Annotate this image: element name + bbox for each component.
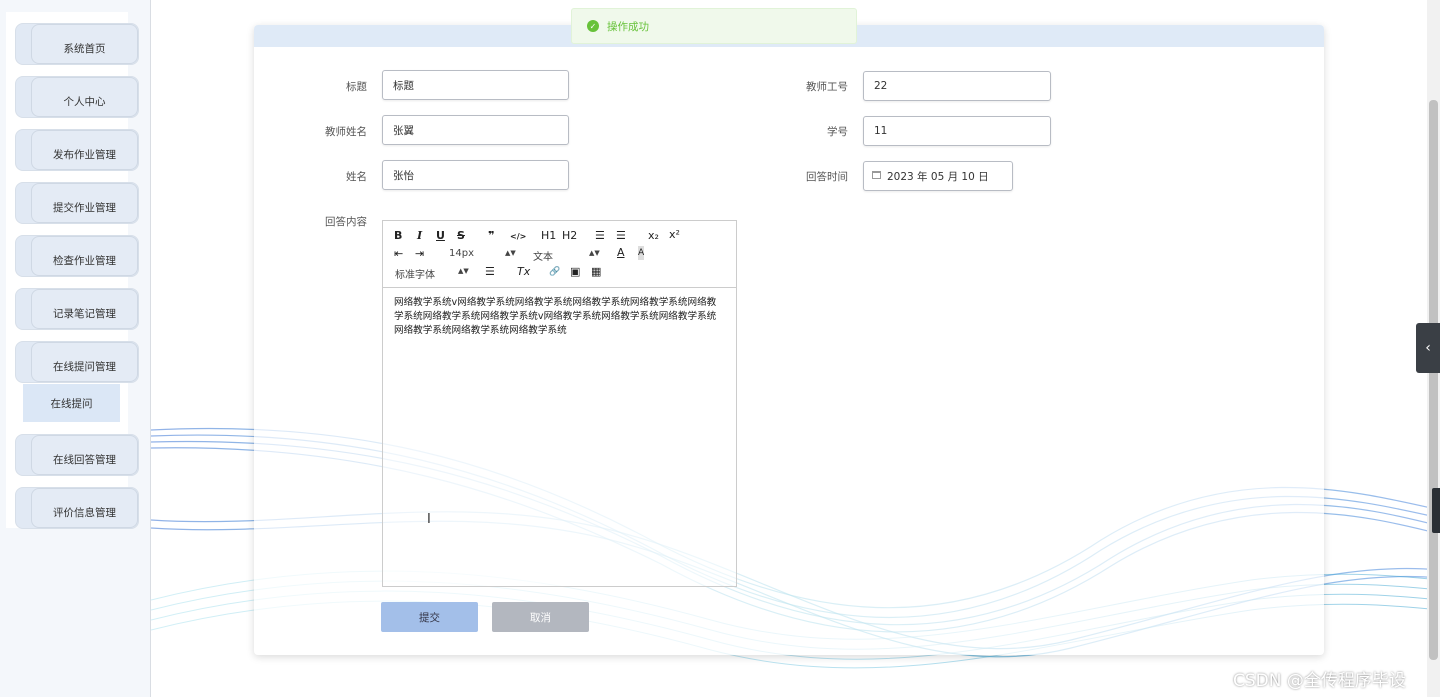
sidebar-item-profile[interactable]: 个人中心 [15,76,139,118]
sidebar-item-reviews[interactable]: 评价信息管理 [15,487,139,529]
subscript-button[interactable]: x₂ [648,229,659,243]
underline-button[interactable]: U [436,229,445,243]
bullet-list-icon[interactable]: ☰ [616,229,626,243]
sidebar-item-questions[interactable]: 在线提问管理 [15,341,139,383]
superscript-button[interactable]: x² [669,228,680,242]
answer-time-value: 2023 年 05 月 10 日 [887,170,989,183]
success-toast: ✓ 操作成功 [571,8,857,44]
font-family-select[interactable]: 标准字体 ▲▼ [395,266,469,281]
sidebar-item-label: 评价信息管理 [31,488,138,528]
sidebar-item-label: 在线回答管理 [31,435,138,475]
text-style-value: 文本 [533,252,553,263]
bold-button[interactable]: B [394,229,402,243]
align-icon[interactable]: ☰ [485,265,495,279]
chevron-left-icon[interactable]: ‹ [1416,323,1440,373]
link-icon[interactable]: 🔗 [549,265,560,279]
outdent-icon[interactable]: ⇤ [394,247,403,261]
editor-content[interactable]: 网络教学系统v网络教学系统网络教学系统网络教学系统网络教学系统网络教学系统网络教… [383,288,736,346]
side-widget[interactable] [1432,488,1440,533]
h2-button[interactable]: H2 [562,229,577,243]
calendar-icon [872,171,881,179]
font-family-value: 标准字体 [395,270,435,281]
toast-message: 操作成功 [607,20,649,33]
image-icon[interactable]: ▣ [570,265,580,279]
teacher-name-input[interactable]: 张翼 [382,115,569,145]
answer-time-datepicker[interactable]: 2023 年 05 月 10 日 [863,161,1013,191]
blockquote-button[interactable]: ❞ [488,229,494,243]
teacher-no-input[interactable]: 22 [863,71,1051,101]
sidebar-item-label: 发布作业管理 [31,130,138,170]
name-label: 姓名 [346,171,367,183]
sidebar-item-publish-homework[interactable]: 发布作业管理 [15,129,139,171]
ordered-list-icon[interactable]: ☰ [595,229,605,243]
sidebar: 系统首页 个人中心 发布作业管理 提交作业管理 检查作业管理 记录笔记管理 在线… [0,0,151,697]
text-cursor-icon: I [427,512,431,527]
rich-text-editor[interactable]: B I U S ❞ </> H1 H2 ☰ ☰ x₂ x² ⇤ ⇥ 14px ▲▼… [382,220,737,587]
sidebar-item-label: 检查作业管理 [31,236,138,276]
sidebar-item-label: 在线提问管理 [31,342,138,382]
submit-button[interactable]: 提交 [381,602,478,632]
font-size-select[interactable]: 14px ▲▼ [449,248,516,259]
teacher-no-label: 教师工号 [806,81,848,93]
editor-toolbar: B I U S ❞ </> H1 H2 ☰ ☰ x₂ x² ⇤ ⇥ 14px ▲▼… [383,221,736,288]
video-icon[interactable]: ▦ [591,265,601,279]
watermark: CSDN @全传程序毕设 [1233,671,1406,691]
code-button[interactable]: </> [510,230,526,244]
chevron-updown-icon: ▲▼ [458,267,469,275]
background-color-icon[interactable]: A [638,246,645,260]
answer-time-label: 回答时间 [806,171,848,183]
font-color-icon[interactable]: A [617,246,625,260]
indent-icon[interactable]: ⇥ [415,247,424,261]
content-label: 回答内容 [325,216,367,228]
sidebar-subitem-online-question[interactable]: 在线提问 [23,384,120,422]
student-no-label: 学号 [827,126,848,138]
check-circle-icon: ✓ [587,20,599,32]
sidebar-item-answers[interactable]: 在线回答管理 [15,434,139,476]
sidebar-item-home[interactable]: 系统首页 [15,23,139,65]
student-no-input[interactable]: 11 [863,116,1051,146]
sidebar-item-label: 系统首页 [31,24,138,64]
name-input[interactable]: 张怡 [382,160,569,190]
title-label: 标题 [346,81,367,93]
h1-button[interactable]: H1 [541,229,556,243]
sidebar-item-label: 个人中心 [31,77,138,117]
teacher-name-label: 教师姓名 [325,126,367,138]
font-size-value: 14px [449,248,474,259]
clean-format-icon[interactable]: Tx [517,265,530,279]
chevron-updown-icon: ▲▼ [505,249,516,257]
strike-button[interactable]: S [457,229,465,243]
italic-button[interactable]: I [417,229,422,243]
sidebar-item-check-homework[interactable]: 检查作业管理 [15,235,139,277]
sidebar-item-submit-homework[interactable]: 提交作业管理 [15,182,139,224]
cancel-button[interactable]: 取消 [492,602,589,632]
sidebar-item-label: 提交作业管理 [31,183,138,223]
chevron-updown-icon: ▲▼ [589,249,600,257]
text-style-select[interactable]: 文本 ▲▼ [533,248,600,263]
scrollbar-thumb[interactable] [1429,100,1438,660]
sidebar-item-label: 记录笔记管理 [31,289,138,329]
title-input[interactable]: 标题 [382,70,569,100]
sidebar-item-notes[interactable]: 记录笔记管理 [15,288,139,330]
